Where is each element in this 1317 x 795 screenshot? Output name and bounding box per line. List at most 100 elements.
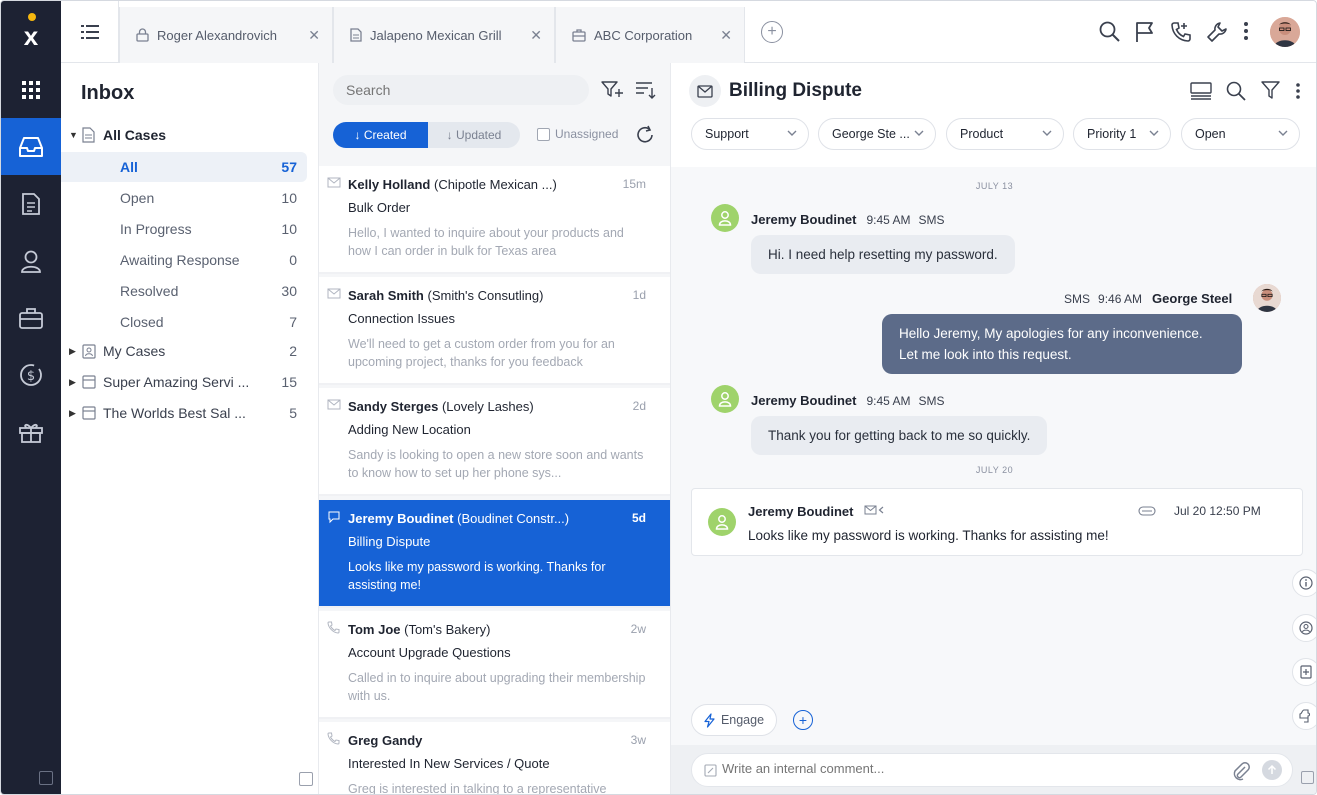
case-time: 1d (632, 288, 646, 302)
message-meta: Jeremy Boudinet 9:45 AM SMS (751, 212, 945, 227)
tree-label: All Cases (103, 127, 167, 143)
case-item[interactable]: Greg Gandy 3w Interested In New Services… (319, 722, 670, 795)
add-tab-icon[interactable]: + (761, 21, 783, 43)
add-note-icon[interactable] (1292, 658, 1316, 686)
case-item[interactable]: Kelly Holland (Chipotle Mexican ...) 15m… (319, 166, 670, 274)
inbox-title: Inbox (81, 82, 135, 104)
close-icon[interactable]: ✕ (720, 27, 732, 44)
tab-roger-alexandrovich[interactable]: Roger Alexandrovich ✕ (119, 7, 333, 63)
add-filter-icon[interactable] (601, 81, 625, 99)
email-message-card[interactable]: Jeremy Boudinet Jul 20 12:50 PM Looks li… (691, 488, 1303, 556)
chat-icon (327, 510, 341, 524)
chevron-right-icon[interactable]: ▶ (69, 408, 76, 419)
attachment-icon[interactable] (1232, 761, 1250, 781)
case-item[interactable]: Sarah Smith (Smith's Consutling) 1d Conn… (319, 277, 670, 385)
send-icon[interactable] (1262, 760, 1282, 780)
comment-box[interactable] (691, 753, 1293, 787)
status-item-open[interactable]: Open 10 (61, 183, 319, 213)
phone-icon (327, 732, 340, 745)
compose-bar (671, 745, 1316, 794)
app-logo[interactable]: x (1, 1, 61, 61)
layout-icon[interactable] (1190, 81, 1212, 101)
close-icon[interactable]: ✕ (530, 27, 542, 44)
checkbox[interactable] (537, 127, 550, 141)
tree-worlds-best[interactable]: ▶ The Worlds Best Sal ... 5 (61, 398, 319, 428)
conversation-panel: Billing Dispute Support George Ste ... P… (671, 63, 1316, 794)
tab-abc-corporation[interactable]: ABC Corporation ✕ (555, 7, 745, 63)
chevron-right-icon[interactable]: ▶ (69, 346, 76, 357)
tree-all-cases[interactable]: ▼ All Cases (61, 120, 319, 150)
engage-button[interactable]: Engage (691, 704, 777, 736)
tree-my-cases[interactable]: ▶ My Cases 2 (61, 336, 319, 366)
billing-icon[interactable]: $ (1, 346, 61, 403)
filter-value: Priority 1 (1087, 127, 1137, 141)
case-name: Sarah Smith (348, 288, 424, 303)
filter-icon[interactable] (1261, 81, 1280, 99)
collapse-panel-icon[interactable] (299, 772, 313, 786)
engage-label: Engage (720, 713, 765, 727)
add-action-icon[interactable]: + (793, 710, 813, 730)
briefcase-icon[interactable] (1, 289, 61, 346)
comment-input[interactable] (722, 761, 1202, 776)
status-count: 0 (289, 252, 297, 268)
status-item-awaiting-response[interactable]: Awaiting Response 0 (61, 245, 319, 275)
status-item-all[interactable]: All 57 (61, 152, 307, 182)
user-avatar[interactable] (1270, 17, 1300, 47)
email-icon (327, 176, 341, 188)
search-input[interactable] (333, 75, 589, 105)
status-label: Awaiting Response (120, 252, 240, 268)
refresh-icon[interactable] (635, 125, 655, 145)
flag-icon[interactable] (1135, 21, 1155, 43)
sort-icon[interactable] (635, 81, 657, 99)
collapse-rail-icon[interactable] (39, 771, 53, 785)
contacts-icon[interactable] (1, 232, 61, 289)
tab-jalapeno-mexican-grill[interactable]: Jalapeno Mexican Grill ✕ (333, 7, 555, 63)
chevron-down-icon (1148, 127, 1160, 142)
expand-icon[interactable] (1301, 771, 1314, 784)
search-icon[interactable] (1099, 21, 1120, 42)
chevron-right-icon[interactable]: ▶ (69, 377, 76, 388)
case-item[interactable]: Sandy Sterges (Lovely Lashes) 2d Adding … (319, 388, 670, 496)
phone-icon[interactable] (1170, 21, 1192, 43)
filter-category-dropdown[interactable]: Product (946, 118, 1064, 150)
more-icon[interactable] (1243, 21, 1249, 41)
contact-icon[interactable] (1292, 614, 1316, 642)
case-preview: Greg is interested in talking to a repre… (348, 782, 607, 795)
inbox-tray-icon (82, 375, 96, 389)
filter-priority-dropdown[interactable]: Priority 1 (1073, 118, 1171, 150)
case-item-selected[interactable]: Jeremy Boudinet (Boudinet Constr...) 5d … (319, 500, 670, 608)
list-menu-icon[interactable] (61, 1, 119, 63)
status-label: Resolved (120, 283, 179, 299)
document-icon (350, 28, 362, 42)
case-subject: Adding New Location (348, 422, 471, 437)
status-item-in-progress[interactable]: In Progress 10 (61, 214, 319, 244)
inbox-panel: Inbox ▼ All Cases All 57 Open 10 In Prog… (61, 63, 319, 794)
unassigned-checkbox[interactable]: Unassigned (537, 127, 618, 141)
inbox-icon[interactable] (1, 118, 61, 175)
document-icon[interactable] (1, 175, 61, 232)
more-icon[interactable] (1295, 82, 1301, 100)
updated-sort-button[interactable]: ↓ Updated (428, 122, 520, 148)
close-icon[interactable]: ✕ (308, 27, 320, 44)
status-item-closed[interactable]: Closed 7 (61, 307, 319, 337)
email-body: Looks like my password is working. Thank… (748, 528, 1109, 543)
info-icon[interactable] (1292, 569, 1316, 597)
tab-label: Jalapeno Mexican Grill (370, 27, 502, 43)
date-separator: JULY 13 (975, 181, 1014, 191)
gift-icon[interactable] (1, 403, 61, 460)
apps-grid-icon[interactable] (1, 61, 61, 118)
left-rail: x $ (1, 1, 61, 794)
tag-icon[interactable] (1138, 506, 1156, 516)
chevron-down-icon[interactable]: ▼ (69, 130, 78, 140)
filter-status-dropdown[interactable]: Open (1181, 118, 1300, 150)
wrench-icon[interactable] (1206, 21, 1228, 43)
status-item-resolved[interactable]: Resolved 30 (61, 276, 319, 306)
lock-icon (136, 28, 149, 42)
filter-assignee-dropdown[interactable]: George Ste ... (818, 118, 936, 150)
search-icon[interactable] (1226, 81, 1246, 101)
created-sort-button[interactable]: ↓ Created (333, 122, 428, 148)
integration-icon[interactable] (1292, 702, 1316, 730)
case-item[interactable]: Tom Joe (Tom's Bakery) 2w Account Upgrad… (319, 611, 670, 719)
tree-super-amazing[interactable]: ▶ Super Amazing Servi ... 15 (61, 367, 319, 397)
filter-queue-dropdown[interactable]: Support (691, 118, 809, 150)
